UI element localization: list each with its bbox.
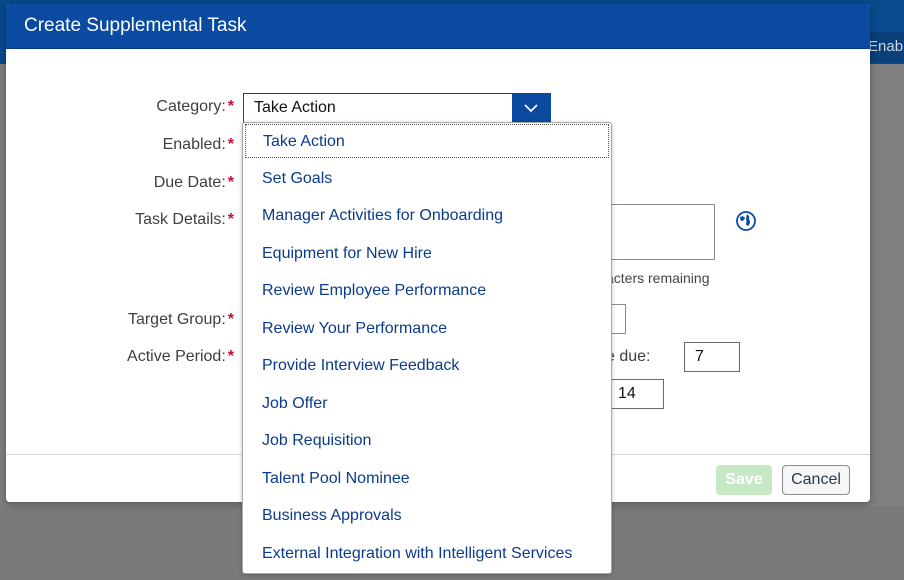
enabled-label: Enabled: *	[162, 136, 234, 153]
active-period-label: Active Period: *	[127, 348, 234, 365]
dropdown-option[interactable]: Take Action	[245, 124, 609, 158]
required-marker: *	[227, 348, 234, 365]
dropdown-option[interactable]: Review Employee Performance	[245, 274, 609, 308]
dropdown-option[interactable]: Review Your Performance	[245, 312, 609, 346]
required-marker: *	[227, 174, 234, 191]
required-marker: *	[227, 98, 234, 115]
dropdown-option[interactable]: Set Goals	[245, 162, 609, 196]
task-details-textarea[interactable]	[601, 204, 715, 260]
required-marker: *	[227, 311, 234, 328]
dropdown-option[interactable]: Talent Pool Nominee	[245, 462, 609, 496]
cancel-button[interactable]: Cancel	[782, 465, 850, 495]
days-after-due-input[interactable]: 14	[608, 379, 664, 409]
dropdown-option[interactable]: Job Offer	[245, 387, 609, 421]
category-select[interactable]: Take Action	[243, 93, 551, 123]
task-details-label: Task Details: *	[135, 211, 234, 228]
category-dropdown-list: Take Action Set Goals Manager Activities…	[242, 122, 612, 574]
due-date-label: Due Date: *	[153, 174, 234, 191]
globe-icon[interactable]	[735, 210, 757, 232]
dropdown-option[interactable]: Job Requisition	[245, 424, 609, 458]
target-group-label: Target Group: *	[127, 311, 234, 328]
dropdown-option[interactable]: Manager Activities for Onboarding	[245, 199, 609, 233]
save-button[interactable]: Save	[716, 465, 772, 495]
before-due-label: e due:	[606, 348, 651, 365]
dropdown-option[interactable]: External Integration with Intelligent Se…	[245, 537, 609, 571]
chevron-down-icon[interactable]	[512, 94, 550, 122]
category-select-value: Take Action	[254, 99, 336, 116]
dialog-title: Create Supplemental Task	[6, 4, 870, 49]
days-before-due-input[interactable]: 7	[684, 342, 740, 372]
category-label: Category: *	[156, 98, 234, 115]
dropdown-option[interactable]: Provide Interview Feedback	[245, 349, 609, 383]
dropdown-option[interactable]: Equipment for New Hire	[245, 237, 609, 271]
dropdown-option[interactable]: Business Approvals	[245, 499, 609, 533]
required-marker: *	[227, 136, 234, 153]
chars-remaining-text: acters remaining	[606, 270, 710, 286]
required-marker: *	[227, 211, 234, 228]
